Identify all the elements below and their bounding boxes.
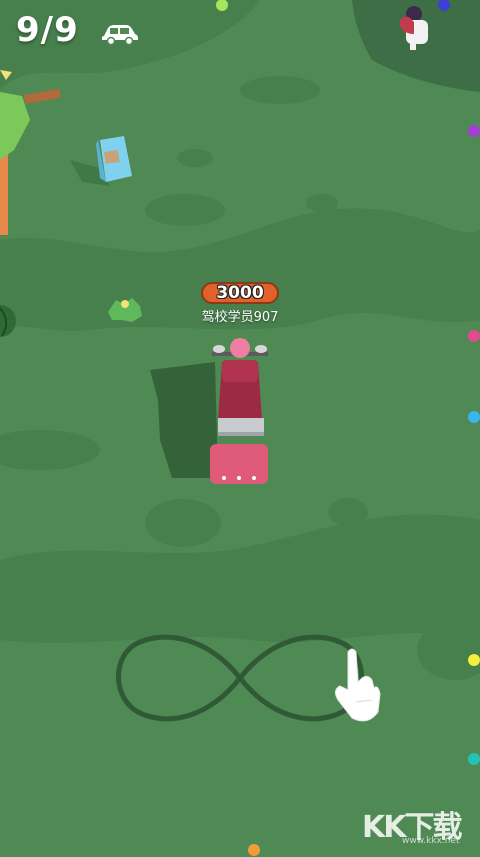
- watermark-url: www.kkx.net: [402, 836, 460, 846]
- player-name: 驾校学员907: [201, 310, 279, 325]
- orb-blue: [438, 0, 450, 11]
- plant-prop: [108, 298, 142, 322]
- orb-cyan: [468, 411, 480, 423]
- infinity-gesture-path: [116, 634, 364, 722]
- watermelon-prop: [0, 305, 16, 337]
- tree-prop: [0, 70, 62, 235]
- score-value: 3000: [216, 282, 264, 303]
- score-badge: 3000: [201, 282, 279, 304]
- orb-green: [216, 0, 228, 11]
- orb-purple: [468, 125, 480, 137]
- watermark-logo: KK下载 www.kkx.net: [362, 802, 480, 846]
- orb-orange: [248, 844, 260, 856]
- car-icon: [102, 25, 138, 46]
- vehicle-shadow: [150, 362, 218, 478]
- level-counter: 9/9: [16, 10, 79, 50]
- orb-yellow: [468, 654, 480, 666]
- orb-teal: [468, 753, 480, 765]
- crate-prop: [70, 136, 132, 186]
- scene-objects: [0, 0, 480, 856]
- orb-pink: [468, 330, 480, 342]
- other-player: [400, 6, 428, 50]
- player-vehicle[interactable]: [210, 338, 268, 484]
